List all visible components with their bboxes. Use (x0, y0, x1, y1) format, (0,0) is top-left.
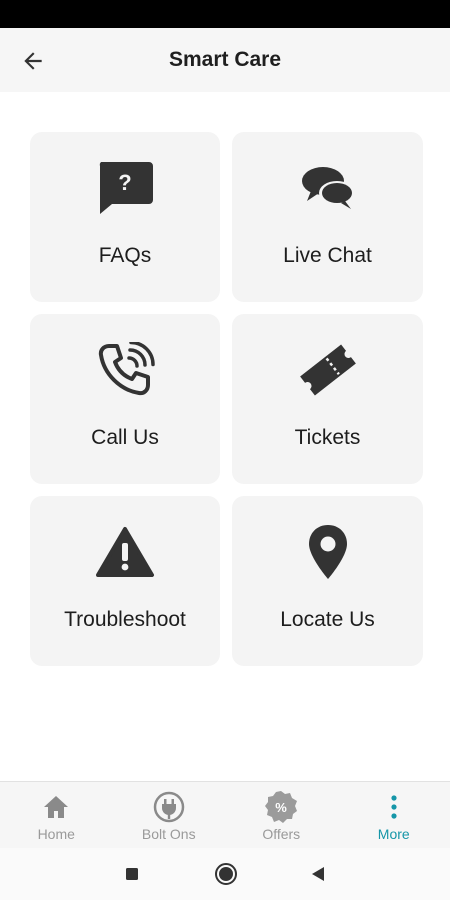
nav-label-home: Home (37, 826, 75, 842)
home-system-button[interactable] (214, 862, 238, 886)
page-title: Smart Care (168, 48, 282, 71)
svg-text:?: ? (118, 170, 131, 195)
faqs-card[interactable]: ? FAQs (30, 132, 220, 302)
chat-bubbles-icon (301, 167, 355, 209)
percent-badge-icon: % (265, 791, 298, 823)
faqs-label: FAQs (98, 244, 152, 267)
nav-label-more: More (377, 826, 410, 842)
live-chat-card[interactable]: Live Chat (232, 132, 423, 302)
plug-icon (153, 791, 184, 823)
home-icon (44, 796, 69, 818)
tickets-label: Tickets (294, 426, 361, 449)
status-bar (0, 0, 450, 28)
more-vertical-icon (391, 795, 397, 819)
nav-item-home[interactable]: Home (0, 782, 113, 848)
phone-ringing-icon (98, 342, 155, 396)
warning-icon (96, 527, 154, 577)
nav-item-more[interactable]: More (338, 782, 450, 848)
live-chat-label: Live Chat (283, 244, 372, 267)
locate-us-card[interactable]: Locate Us (232, 496, 423, 666)
circle-icon (215, 863, 237, 885)
triangle-back-icon (312, 867, 324, 881)
tickets-card[interactable]: Tickets (232, 314, 423, 484)
svg-text:%: % (275, 800, 287, 815)
recents-button[interactable] (120, 862, 144, 886)
smart-care-grid: ? FAQs Live Chat Call Us Tickets Trouble… (30, 132, 423, 666)
call-us-label: Call Us (91, 426, 159, 449)
bottom-navigation: Home Bolt Ons % Offers More (0, 781, 450, 848)
ticket-icon (299, 344, 356, 396)
call-us-card[interactable]: Call Us (30, 314, 220, 484)
back-button[interactable] (14, 42, 52, 80)
question-bubble-icon: ? (99, 162, 153, 214)
locate-us-label: Locate Us (280, 608, 375, 631)
troubleshoot-label: Troubleshoot (64, 608, 186, 631)
nav-item-offers[interactable]: % Offers (225, 782, 338, 848)
arrow-left-icon (24, 52, 42, 70)
back-system-button[interactable] (306, 862, 330, 886)
nav-label-offers: Offers (262, 826, 301, 842)
nav-item-bolt-ons[interactable]: Bolt Ons (113, 782, 226, 848)
system-navigation-bar (0, 848, 450, 900)
square-icon (126, 868, 138, 880)
location-pin-icon (308, 525, 347, 579)
nav-label-bolt-ons: Bolt Ons (141, 826, 196, 842)
app-header: Smart Care (0, 28, 450, 92)
troubleshoot-card[interactable]: Troubleshoot (30, 496, 220, 666)
